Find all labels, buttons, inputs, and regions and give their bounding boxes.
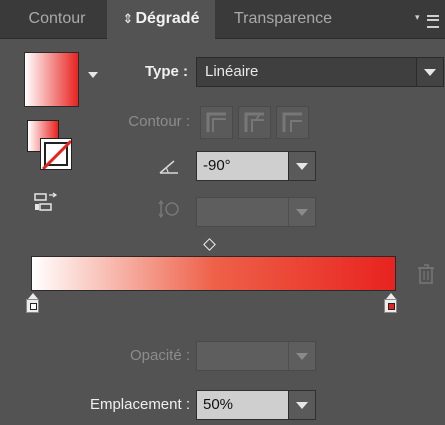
collapse-arrow-icon: ▾ xyxy=(415,12,420,22)
gradient-stop-start[interactable] xyxy=(26,293,39,313)
angle-value: -90° xyxy=(203,157,231,174)
tab-gradient-label: Dégradé xyxy=(135,10,200,27)
type-value: Linéaire xyxy=(205,63,259,80)
trash-icon[interactable] xyxy=(416,263,436,285)
stroke-within-icon xyxy=(206,112,226,132)
chevron-down-icon xyxy=(296,353,308,360)
location-label: Emplacement : xyxy=(89,396,190,413)
stroke-along-icon xyxy=(244,112,264,132)
aspect-dropdown-button[interactable] xyxy=(288,198,315,226)
location-value: 50% xyxy=(203,396,234,413)
chevron-down-icon xyxy=(424,69,436,76)
stop-color-swatch xyxy=(30,303,37,310)
up-down-arrows-icon: ⇕ xyxy=(122,11,134,26)
gradient-panel: Contour ⇕ Dégradé Transparence ▾ Type : L… xyxy=(0,0,445,425)
panel-menu-button[interactable]: ▾ xyxy=(415,12,441,28)
gradient-thumbnail[interactable] xyxy=(24,52,79,107)
contour-across-button[interactable] xyxy=(276,106,309,139)
opacity-input[interactable] xyxy=(196,341,316,371)
reverse-gradient-icon[interactable] xyxy=(34,192,58,214)
angle-dropdown-button[interactable] xyxy=(288,152,315,180)
angle-input[interactable]: -90° xyxy=(196,151,316,181)
midpoint-diamond[interactable] xyxy=(203,238,216,251)
chevron-down-icon xyxy=(296,402,308,409)
tab-gradient[interactable]: ⇕ Dégradé xyxy=(107,0,215,39)
tab-transparency-label: Transparence xyxy=(233,10,333,27)
aspect-ratio-input[interactable] xyxy=(196,197,316,227)
type-select[interactable]: Linéaire xyxy=(196,57,444,87)
contour-within-button[interactable] xyxy=(200,106,233,139)
gradient-stop-end[interactable] xyxy=(384,293,397,313)
chevron-down-icon xyxy=(296,163,308,170)
type-dropdown-button[interactable] xyxy=(416,58,443,86)
contour-along-button[interactable] xyxy=(238,106,271,139)
stop-color-swatch xyxy=(388,303,395,310)
contour-label: Contour : xyxy=(128,113,190,130)
panel-tab-bar: Contour ⇕ Dégradé Transparence ▾ xyxy=(0,0,445,39)
gradient-slider[interactable] xyxy=(31,256,396,291)
chevron-down-icon xyxy=(296,209,308,216)
location-input[interactable]: 50% xyxy=(196,390,316,420)
location-dropdown-button[interactable] xyxy=(288,391,315,419)
stroke-swatch[interactable] xyxy=(40,138,72,170)
stop-body xyxy=(26,299,39,313)
stop-body xyxy=(384,299,397,313)
tab-transparency[interactable]: Transparence xyxy=(218,0,348,38)
angle-icon xyxy=(159,160,178,174)
opacity-dropdown-button[interactable] xyxy=(288,342,315,370)
thumbnail-dropdown-arrow-icon[interactable] xyxy=(88,72,98,78)
type-label: Type : xyxy=(144,63,188,80)
tab-contour[interactable]: Contour xyxy=(8,0,106,38)
hamburger-icon xyxy=(427,15,439,28)
stroke-across-icon xyxy=(282,112,302,132)
aspect-ratio-icon xyxy=(158,199,179,219)
stroke-gradient-icon xyxy=(41,139,71,169)
tab-contour-label: Contour xyxy=(28,10,86,27)
opacity-label: Opacité : xyxy=(129,347,190,364)
